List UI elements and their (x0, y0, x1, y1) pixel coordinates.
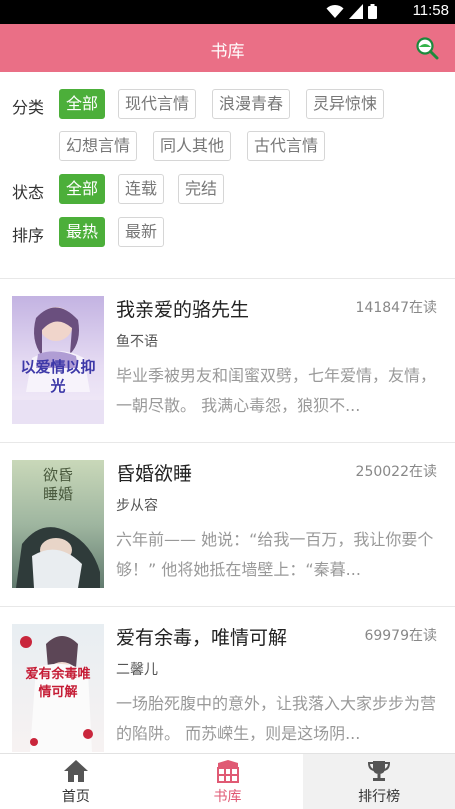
app-header: 书库 (0, 24, 455, 72)
book-cover[interactable]: 欲昏睡婚 (12, 460, 104, 588)
cover-title: 欲昏睡婚 (42, 466, 73, 503)
sort-label: 排序 (12, 226, 45, 245)
nav-home-label: 首页 (61, 789, 90, 805)
book-author: 鱼不语 (116, 334, 158, 350)
category-option-all[interactable]: 全部 (59, 89, 106, 119)
category-option-fantasy-romance[interactable]: 幻想言情 (59, 131, 138, 161)
category-option-supernatural[interactable]: 灵异惊悚 (306, 89, 385, 119)
category-option-ancient-romance[interactable]: 古代言情 (247, 131, 326, 161)
book-item[interactable]: 欲昏睡婚 昏婚欲睡 250022在读 步从容 六年前—— 她说：“给我一百万，我… (0, 443, 455, 607)
nav-ranking-label: 排行榜 (358, 789, 401, 805)
book-author: 步从容 (116, 498, 158, 514)
sort-option-newest[interactable]: 最新 (118, 217, 165, 247)
filter-panel: 分类 全部 现代言情 浪漫青春 灵异惊悚 幻想言情 同人其他 古代言情 状态 全… (0, 72, 455, 278)
nav-home[interactable]: 首页 (0, 754, 152, 809)
book-description: 一场胎死腹中的意外，让我落入大家步步为营的陷阱。 而苏嵘生，则是这场阴... (116, 694, 437, 743)
book-cover[interactable]: 爱有余毒唯情可解 (12, 624, 104, 752)
cover-title: 爱有余毒唯情可解 (25, 667, 91, 700)
status-option-ongoing[interactable]: 连载 (118, 174, 165, 204)
search-icon[interactable] (415, 36, 439, 60)
status-option-all[interactable]: 全部 (59, 174, 106, 204)
category-option-modern-romance[interactable]: 现代言情 (118, 89, 197, 119)
category-option-fanfic-other[interactable]: 同人其他 (153, 131, 232, 161)
status-bar: 11:58 (0, 0, 455, 24)
book-title[interactable]: 爱有余毒，唯情可解 (116, 623, 287, 650)
book-title[interactable]: 昏婚欲睡 (116, 459, 192, 486)
signal-icon (349, 4, 363, 19)
nav-library-label: 书库 (213, 789, 242, 805)
category-filter-row-2: 幻想言情 同人其他 古代言情 (0, 131, 455, 163)
status-option-completed[interactable]: 完结 (178, 174, 225, 204)
home-icon (63, 760, 88, 782)
bottom-navigation: 首页 书库 排行榜 (0, 753, 455, 809)
category-label: 分类 (12, 98, 45, 117)
book-item[interactable]: 以爱情以抑光 我亲爱的骆先生 141847在读 鱼不语 毕业季被男友和闺蜜双劈，… (0, 279, 455, 443)
cover-title: 以爱情以抑光 (20, 358, 96, 395)
book-item[interactable]: 爱有余毒唯情可解 爱有余毒，唯情可解 69979在读 二馨儿 一场胎死腹中的意外… (0, 607, 455, 753)
nav-ranking[interactable]: 排行榜 (303, 754, 455, 809)
reader-count: 141847在读 (355, 300, 437, 316)
book-description: 六年前—— 她说：“给我一百万，我让你要个够！” 他将她抵在墙壁上：“秦暮... (116, 530, 434, 579)
reader-count: 250022在读 (355, 464, 437, 480)
book-cover[interactable]: 以爱情以抑光 (12, 296, 104, 424)
sort-option-hot[interactable]: 最热 (59, 217, 106, 247)
status-filter-row: 状态 全部 连载 完结 (0, 174, 455, 206)
book-title[interactable]: 我亲爱的骆先生 (116, 295, 249, 322)
wifi-icon (326, 4, 344, 18)
status-label: 状态 (12, 183, 45, 202)
status-time: 11:58 (412, 2, 449, 19)
nav-library[interactable]: 书库 (152, 754, 304, 809)
book-description: 毕业季被男友和闺蜜双劈，七年爱情，友情，一朝尽散。 我满心毒怨，狼狈不... (116, 366, 437, 415)
category-filter-row: 分类 全部 现代言情 浪漫青春 灵异惊悚 (0, 89, 455, 121)
trophy-icon (368, 761, 391, 781)
battery-icon (368, 4, 377, 19)
reader-count: 69979在读 (364, 628, 437, 644)
category-option-youth-romance[interactable]: 浪漫青春 (212, 89, 291, 119)
book-author: 二馨儿 (116, 662, 158, 678)
page-title: 书库 (210, 42, 245, 62)
bookshelf-icon (216, 760, 239, 783)
sort-filter-row: 排序 最热 最新 (0, 217, 455, 249)
